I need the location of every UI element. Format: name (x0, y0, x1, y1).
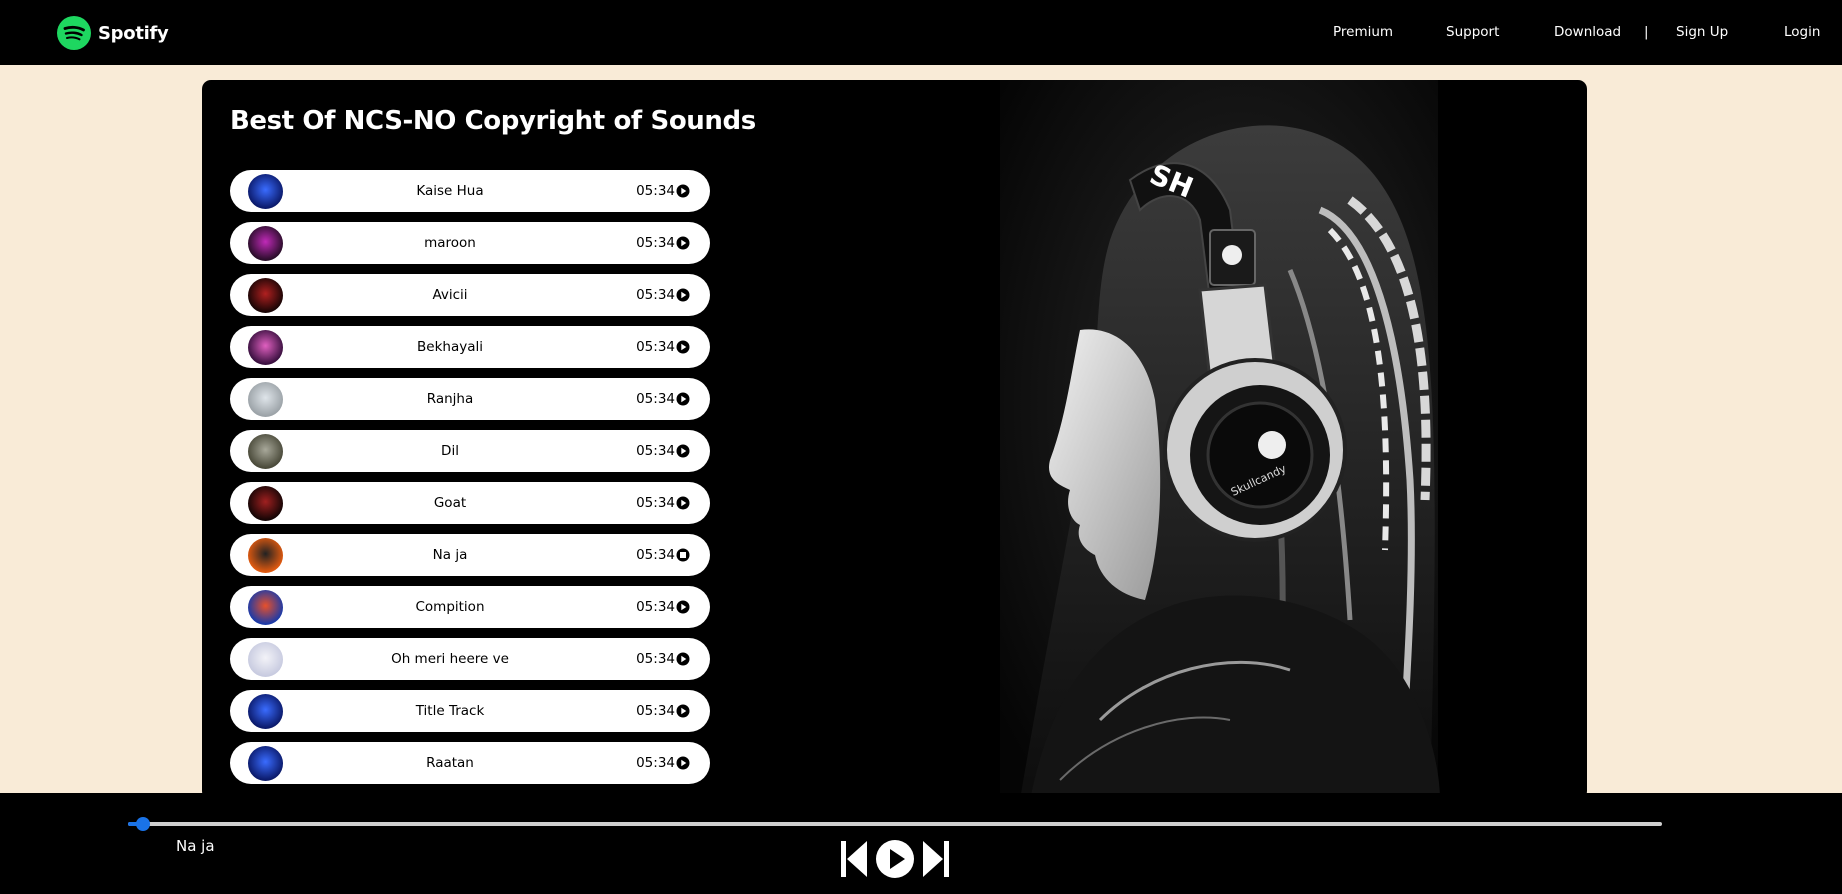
song-cover-image (248, 746, 283, 781)
song-duration: 05:34 (636, 235, 690, 251)
song-item[interactable]: Compition 05:34 (230, 586, 710, 628)
song-cover-image (248, 590, 283, 625)
nav-separator: | (1644, 24, 1649, 40)
song-duration-text: 05:34 (636, 391, 675, 407)
pause-icon[interactable] (676, 548, 690, 562)
spotify-logo-icon (57, 16, 91, 50)
song-item[interactable]: Goat 05:34 (230, 482, 710, 524)
song-cover-image (248, 382, 283, 417)
song-duration: 05:34 (636, 443, 690, 459)
song-cover-image (248, 538, 283, 573)
song-duration: 05:34 (636, 495, 690, 511)
song-duration-text: 05:34 (636, 183, 675, 199)
nav-link-download[interactable]: Download (1554, 24, 1621, 40)
nav-link-premium[interactable]: Premium (1333, 24, 1393, 40)
song-item[interactable]: Bekhayali 05:34 (230, 326, 710, 368)
song-duration: 05:34 (636, 183, 690, 199)
song-cover-image (248, 174, 283, 209)
play-icon[interactable] (676, 288, 690, 302)
play-icon[interactable] (676, 444, 690, 458)
song-item[interactable]: Avicii 05:34 (230, 274, 710, 316)
song-duration: 05:34 (636, 755, 690, 771)
song-cover-image (248, 694, 283, 729)
play-icon[interactable] (676, 600, 690, 614)
play-icon[interactable] (676, 184, 690, 198)
navbar: Spotify Premium Support Download | Sign … (0, 0, 1842, 65)
song-duration-text: 05:34 (636, 495, 675, 511)
song-duration: 05:34 (636, 547, 690, 563)
play-icon[interactable] (676, 756, 690, 770)
nav-link-support[interactable]: Support (1446, 24, 1499, 40)
nav-link-sign-up[interactable]: Sign Up (1676, 24, 1728, 40)
next-icon[interactable] (922, 839, 950, 879)
song-duration: 05:34 (636, 651, 690, 667)
song-item[interactable]: Oh meri heere ve 05:34 (230, 638, 710, 680)
song-item[interactable]: Na ja 05:34 (230, 534, 710, 576)
previous-icon[interactable] (840, 839, 868, 879)
song-cover-image (248, 642, 283, 677)
player-controls (840, 839, 952, 879)
play-icon[interactable] (676, 496, 690, 510)
song-duration: 05:34 (636, 703, 690, 719)
player-bar: Na ja (0, 793, 1842, 894)
song-duration-text: 05:34 (636, 651, 675, 667)
song-name: Raatan (426, 755, 474, 771)
song-duration: 05:34 (636, 287, 690, 303)
song-name: Bekhayali (417, 339, 483, 355)
play-icon[interactable] (676, 236, 690, 250)
song-name: Ranjha (426, 391, 474, 407)
song-name: Na ja (432, 547, 468, 563)
song-cover-image (248, 330, 283, 365)
song-item[interactable]: Raatan 05:34 (230, 742, 710, 784)
song-duration-text: 05:34 (636, 339, 675, 355)
play-icon[interactable] (676, 704, 690, 718)
song-name: Kaise Hua (416, 183, 484, 199)
song-name: Title Track (415, 703, 485, 719)
brand-name: Spotify (98, 22, 169, 44)
song-item[interactable]: Ranjha 05:34 (230, 378, 710, 420)
song-duration: 05:34 (636, 599, 690, 615)
song-name: Dil (441, 443, 459, 459)
song-duration-text: 05:34 (636, 235, 675, 251)
song-cover-image (248, 278, 283, 313)
song-name: Compition (415, 599, 485, 615)
song-duration-text: 05:34 (636, 443, 675, 459)
headphones-girl-image: SH Skullcandy (900, 80, 1538, 800)
progress-thumb[interactable] (136, 817, 151, 831)
now-playing-title: Na ja (176, 837, 215, 855)
playlist-title: Best Of NCS-NO Copyright of Sounds (230, 106, 756, 136)
progress-track (128, 822, 1662, 826)
song-item[interactable]: Title Track 05:34 (230, 690, 710, 732)
song-item[interactable]: Kaise Hua 05:34 (230, 170, 710, 212)
play-icon[interactable] (676, 652, 690, 666)
song-item[interactable]: maroon 05:34 (230, 222, 710, 264)
song-cover-image (248, 486, 283, 521)
song-duration-text: 05:34 (636, 599, 675, 615)
song-name: Avicii (432, 287, 468, 303)
song-cover-image (248, 226, 283, 261)
hero-image: SH Skullcandy (900, 80, 1538, 800)
brand[interactable]: Spotify (57, 16, 169, 50)
song-duration-text: 05:34 (636, 287, 675, 303)
song-name: Oh meri heere ve (391, 651, 509, 667)
play-icon[interactable] (676, 392, 690, 406)
playlist-container: Best Of NCS-NO Copyright of Sounds Kaise… (202, 80, 1587, 800)
song-name: maroon (424, 235, 476, 251)
song-duration: 05:34 (636, 339, 690, 355)
song-cover-image (248, 434, 283, 469)
play-icon[interactable] (676, 340, 690, 354)
song-duration-text: 05:34 (636, 755, 675, 771)
nav-link-login[interactable]: Login (1784, 24, 1820, 40)
progress-slider[interactable] (128, 817, 1662, 831)
song-name: Goat (433, 495, 467, 511)
song-duration: 05:34 (636, 391, 690, 407)
song-duration-text: 05:34 (636, 547, 675, 563)
play-icon[interactable] (875, 839, 915, 879)
song-item[interactable]: Dil 05:34 (230, 430, 710, 472)
song-duration-text: 05:34 (636, 703, 675, 719)
